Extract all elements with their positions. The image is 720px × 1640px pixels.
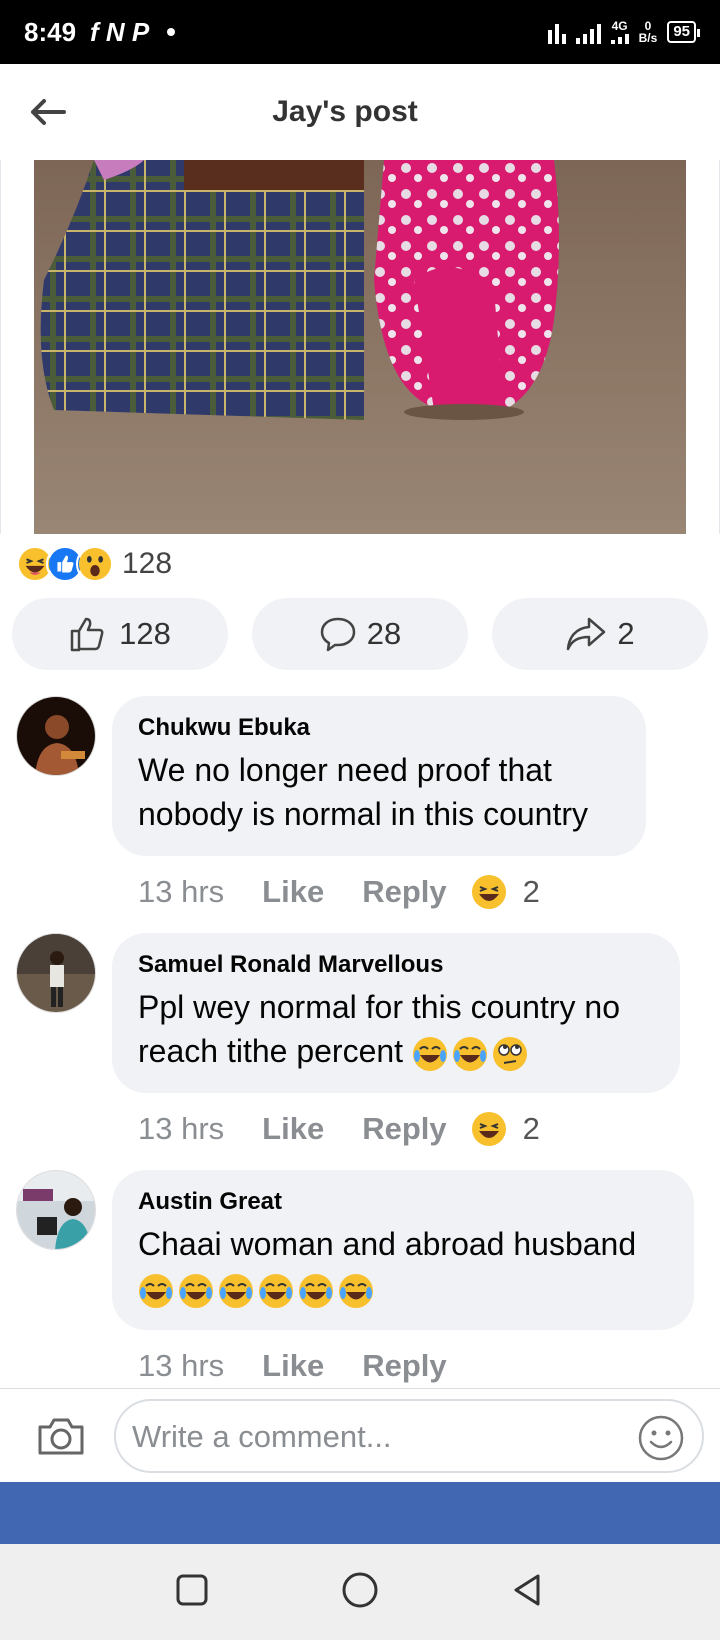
post-header: Jay's post (0, 64, 720, 160)
comment-reaction-count[interactable]: 2 (523, 1111, 540, 1147)
tears-of-joy-emoji-icon (338, 1273, 374, 1309)
post-photo[interactable] (34, 160, 686, 534)
share-arrow-icon (567, 617, 606, 651)
comment-bubble-icon (320, 617, 355, 652)
comment-time: 13 hrs (138, 1111, 225, 1146)
bottom-banner (0, 1482, 720, 1544)
like-count: 128 (119, 616, 171, 651)
status-indicators: 4G 0 B/s 95 (547, 19, 700, 45)
comment-reaction-count[interactable]: 2 (523, 874, 540, 910)
comment-meta: 13 hrs Like Reply 2 (138, 874, 540, 910)
avatar[interactable] (16, 696, 96, 776)
comment-meta: 13 hrs Like Reply (138, 1348, 485, 1384)
emoji-picker-icon[interactable] (638, 1415, 684, 1466)
tears-of-joy-emoji-icon (138, 1273, 174, 1309)
back-triangle-icon[interactable] (510, 1572, 546, 1613)
comment-text: Ppl wey normal for this country no reach… (138, 985, 654, 1073)
battery-icon: 95 (667, 21, 700, 43)
tears-of-joy-emoji-icon (218, 1273, 254, 1309)
comment-button[interactable]: 28 (252, 598, 468, 670)
tears-of-joy-emoji-icon (452, 1036, 488, 1072)
network-type: 4G (610, 20, 629, 44)
back-arrow-icon[interactable] (26, 90, 70, 134)
rolling-eyes-emoji-icon (492, 1036, 528, 1072)
comment-input-placeholder: Write a comment... (132, 1419, 392, 1454)
reaction-summary[interactable]: 128 (16, 544, 172, 584)
comment-reply-button[interactable]: Reply (362, 1111, 446, 1147)
camera-icon[interactable] (36, 1415, 86, 1462)
comment-author[interactable]: Chukwu Ebuka (138, 714, 620, 742)
signal-icon (575, 20, 601, 44)
recents-square-icon[interactable] (174, 1572, 210, 1613)
status-time: 8:49 (24, 16, 77, 47)
page-title: Jay's post (272, 95, 418, 128)
comment-text: Chaai woman and abroad husband (138, 1226, 637, 1262)
share-count: 2 (617, 616, 635, 651)
wow-emoji-icon (76, 545, 114, 583)
comment-text: We no longer need proof that nobody is n… (138, 752, 588, 832)
avatar[interactable] (16, 933, 96, 1013)
comment-bubble: Chukwu Ebuka We no longer need proof tha… (112, 696, 646, 856)
comment-time: 13 hrs (138, 874, 225, 909)
share-button[interactable]: 2 (492, 598, 708, 670)
data-signal-icon (610, 32, 629, 44)
comment-like-button[interactable]: Like (262, 1111, 324, 1147)
post-actions: 128 28 2 (12, 598, 708, 670)
tears-of-joy-emoji-icon (298, 1273, 334, 1309)
laughing-emoji-icon (471, 874, 507, 910)
laughing-emoji-icon (471, 1111, 507, 1147)
comment-bubble: Austin Great Chaai woman and abroad husb… (112, 1170, 694, 1330)
comment-count: 28 (366, 616, 402, 651)
comment-composer: Write a comment... (0, 1388, 720, 1482)
vibrate-icon (547, 20, 566, 44)
thumbs-up-icon (70, 617, 104, 652)
comment-meta: 13 hrs Like Reply 2 (138, 1111, 540, 1147)
status-bar: 8:49 f N P 4G 0 B/s 95 (0, 0, 720, 64)
comment-reply-button[interactable]: Reply (362, 1348, 446, 1384)
comment-input[interactable]: Write a comment... (114, 1399, 704, 1473)
notification-dot-icon (167, 28, 176, 36)
notification-app-icons: f N P (90, 16, 150, 47)
avatar[interactable] (16, 1170, 96, 1250)
comment-bubble: Samuel Ronald Marvellous Ppl wey normal … (112, 933, 680, 1093)
comment-author[interactable]: Austin Great (138, 1188, 668, 1216)
network-speed: 0 B/s (638, 19, 658, 45)
tears-of-joy-emoji-icon (258, 1273, 294, 1309)
comment-reply-button[interactable]: Reply (362, 874, 446, 910)
comment-author[interactable]: Samuel Ronald Marvellous (138, 951, 654, 979)
tears-of-joy-emoji-icon (412, 1036, 448, 1072)
comment-time: 13 hrs (138, 1348, 225, 1383)
system-navigation-bar (0, 1544, 720, 1640)
comment-like-button[interactable]: Like (262, 1348, 324, 1384)
home-circle-icon[interactable] (340, 1570, 380, 1615)
comment-like-button[interactable]: Like (262, 874, 324, 910)
like-button[interactable]: 128 (12, 598, 228, 670)
comment-emoji-row (138, 1266, 668, 1310)
reactions-count: 128 (122, 547, 173, 580)
tears-of-joy-emoji-icon (178, 1273, 214, 1309)
